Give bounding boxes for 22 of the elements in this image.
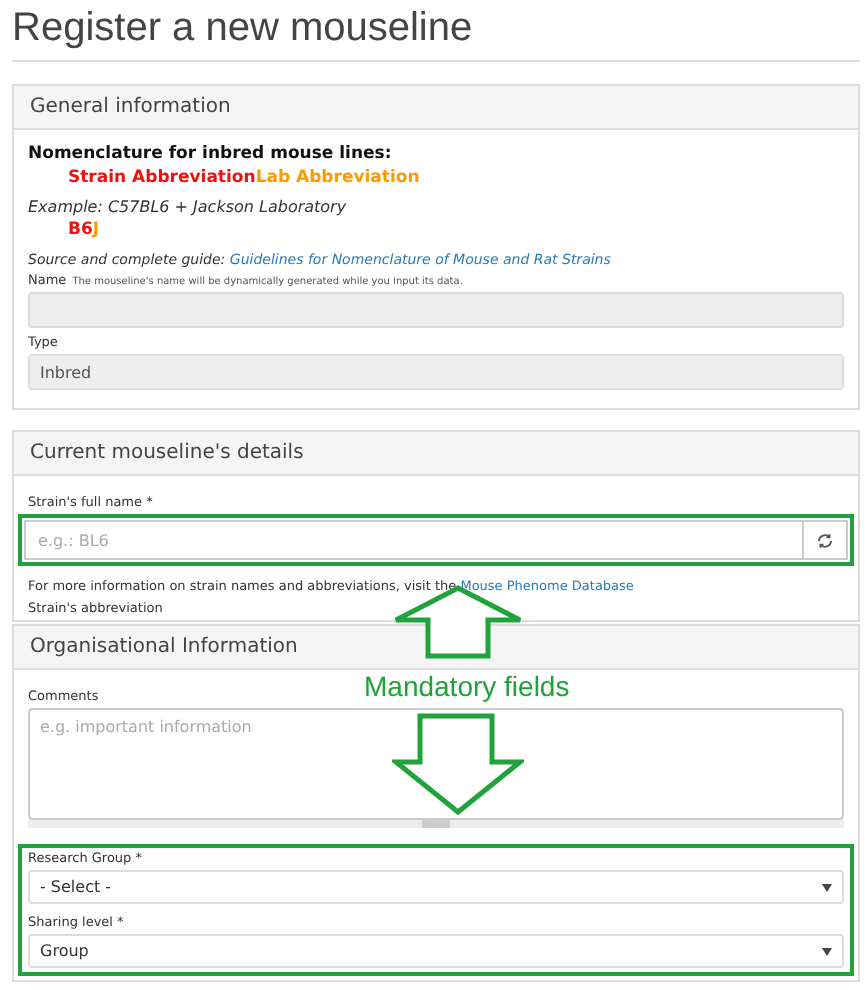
refresh-icon <box>816 531 834 549</box>
strain-name-field[interactable]: e.g.: BL6 <box>24 520 848 560</box>
page-title: Register a new mouseline <box>12 0 860 62</box>
panel-header: General information <box>14 86 858 130</box>
example-text: Example: C57BL6 + Jackson Laboratory <box>28 198 349 216</box>
panel-header: Organisational Information <box>14 626 858 670</box>
sharing-level-select[interactable]: Group <box>28 934 844 968</box>
panel-header: Current mouseline's details <box>14 432 858 476</box>
comments-field[interactable]: e.g. important information <box>28 708 844 820</box>
annotation-text: Mandatory fields <box>364 670 570 702</box>
nomenclature-heading: Nomenclature for inbred mouse lines: <box>28 144 394 164</box>
abbreviation-pattern: Lab Abbreviation <box>255 168 420 188</box>
type-field[interactable]: Inbred <box>28 354 844 390</box>
name-field[interactable] <box>28 292 844 328</box>
example-abbreviation: B6 <box>68 220 93 240</box>
abbreviation-pattern: Strain Abbreviation <box>68 168 256 188</box>
scrollbar[interactable] <box>28 820 844 828</box>
caret-icon <box>822 947 832 955</box>
down-arrow-icon <box>392 712 524 816</box>
caret-icon <box>822 883 832 891</box>
research-group-select[interactable]: - Select - <box>28 870 844 904</box>
example-abbreviation: J <box>92 220 100 240</box>
